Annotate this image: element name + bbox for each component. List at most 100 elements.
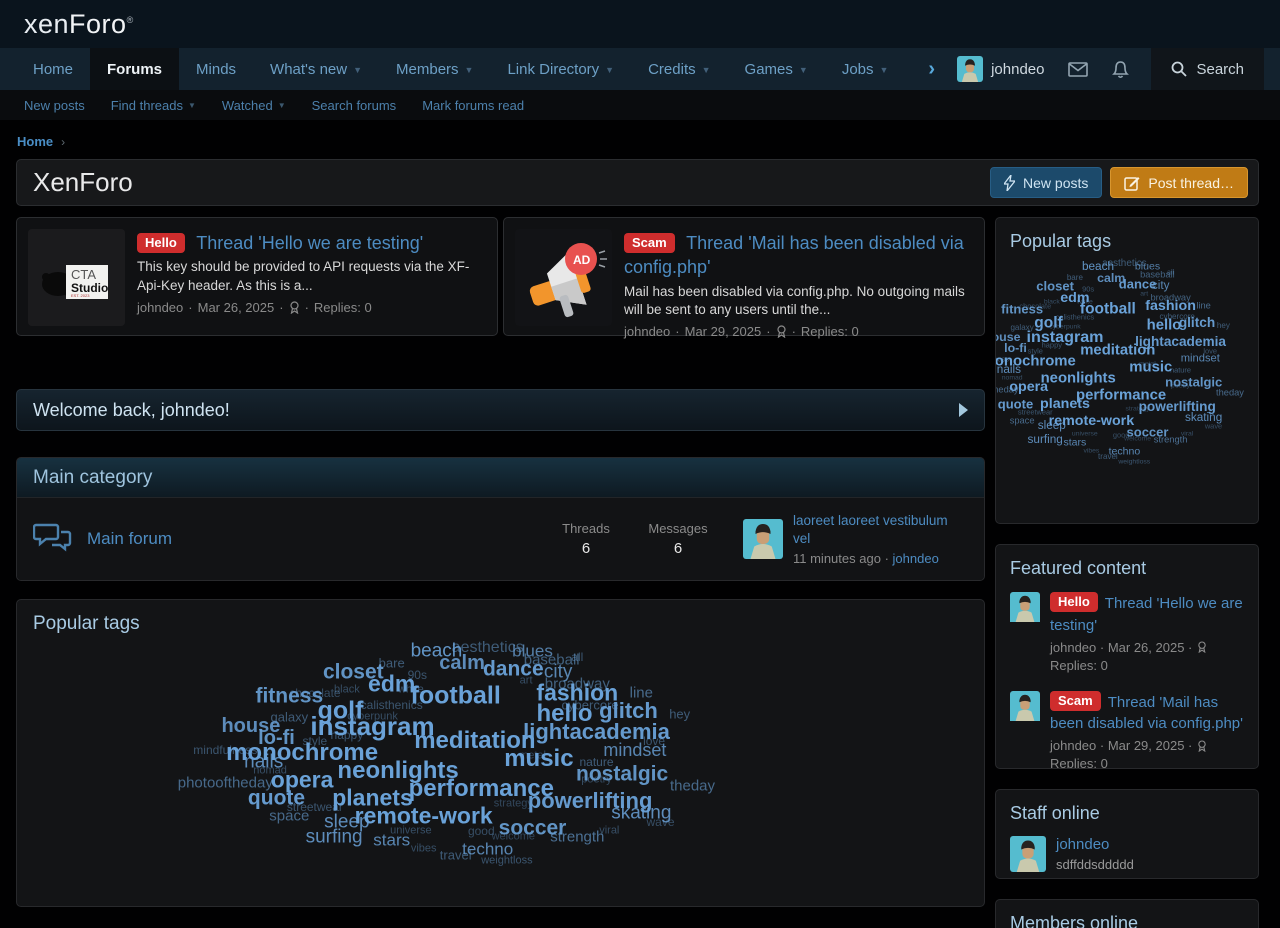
featured-item[interactable]: HelloThread 'Hello we are testing'johnde… (996, 583, 1258, 682)
staff-name-link[interactable]: johndeo (1056, 836, 1109, 853)
tag-music[interactable]: music (504, 747, 573, 771)
tag-poetry[interactable]: poetry (1171, 384, 1190, 391)
tag-strength[interactable]: strength (550, 830, 604, 845)
tag-theday[interactable]: theday (670, 779, 715, 794)
user-menu[interactable]: johndeo (945, 48, 1056, 90)
subnav-find-threads[interactable]: Find threads▼ (111, 98, 196, 113)
nav-item-games[interactable]: Games▼ (728, 48, 825, 90)
nav-item-members[interactable]: Members▼ (379, 48, 490, 90)
tag-glitch[interactable]: glitch (1179, 316, 1215, 330)
last-post-title-link[interactable]: laoreet laoreet vestibulum vel (793, 513, 948, 546)
category-header[interactable]: Main category (17, 458, 984, 498)
tag-football[interactable]: football (411, 684, 501, 709)
new-posts-button[interactable]: New posts (990, 167, 1102, 198)
subnav-search-forums[interactable]: Search forums (312, 98, 397, 113)
thread-card-scam[interactable]: AD Scam Thread 'Mail has been disabled v… (503, 217, 985, 336)
welcome-banner[interactable]: Welcome back, johndeo! (16, 389, 985, 431)
featured-item[interactable]: ScamThread 'Mail has been disabled via c… (996, 682, 1258, 770)
tag-dance[interactable]: dance (483, 659, 544, 680)
members-online-panel: Members online (995, 899, 1259, 928)
tag-travel[interactable]: travel (440, 849, 472, 862)
tag-vibes[interactable]: vibes (411, 844, 437, 855)
staff-avatar[interactable] (1010, 836, 1046, 872)
tag-viral[interactable]: viral (1181, 431, 1194, 438)
tag-travel[interactable]: travel (1098, 453, 1118, 461)
forum-name-link[interactable]: Main forum (87, 529, 533, 549)
tag-welcome[interactable]: welcome (1124, 437, 1151, 444)
main-nav: HomeForumsMindsWhat's new▼Members▼Link D… (0, 48, 1280, 90)
featured-avatar[interactable] (1010, 691, 1040, 770)
tag-fashion[interactable]: fashion (1145, 299, 1196, 313)
tag-hey[interactable]: hey (1217, 322, 1230, 330)
tag-wave[interactable]: wave (1205, 423, 1222, 430)
tag-calisthenics[interactable]: calisthenics (361, 699, 423, 711)
nav-item-credits[interactable]: Credits▼ (631, 48, 727, 90)
tag-vibes[interactable]: vibes (1083, 448, 1099, 455)
tag-music[interactable]: music (1129, 360, 1172, 375)
forum-row[interactable]: Main forum Threads 6 Messages 6 laoreet … (17, 498, 984, 580)
tag-mindset[interactable]: mindset (1181, 354, 1220, 365)
tag-poetry[interactable]: poetry (581, 775, 612, 786)
thread-title-link[interactable]: Thread 'Mail has been disabled via confi… (624, 233, 964, 277)
site-logo[interactable]: xenForo® (24, 9, 134, 40)
user-avatar[interactable] (957, 56, 983, 82)
tag-nature[interactable]: nature (1170, 367, 1191, 374)
messages-icon[interactable] (1056, 48, 1100, 90)
nav-item-minds[interactable]: Minds (179, 48, 253, 90)
tag-weightloss[interactable]: weightloss (481, 856, 532, 867)
featured-avatar[interactable] (1010, 592, 1040, 673)
tag-happy[interactable]: happy (1042, 341, 1062, 348)
nav-item-home[interactable]: Home (16, 48, 90, 90)
nav-item-jobs[interactable]: Jobs▼ (825, 48, 906, 90)
chevron-down-icon: ▼ (605, 65, 614, 75)
tag-theday[interactable]: theday (1216, 388, 1244, 397)
chevron-down-icon: ▼ (880, 65, 889, 75)
post-thread-button[interactable]: Post thread… (1110, 167, 1248, 198)
nav-item-link-directory[interactable]: Link Directory▼ (490, 48, 631, 90)
subnav-new-posts[interactable]: New posts (24, 98, 85, 113)
nav-item-what-s-new[interactable]: What's new▼ (253, 48, 379, 90)
nav-overflow-chevron[interactable]: › (918, 48, 945, 90)
tag-viral[interactable]: viral (599, 826, 619, 837)
tag-stars[interactable]: stars (373, 832, 410, 849)
alerts-bell-icon[interactable] (1100, 48, 1141, 90)
tag-city[interactable]: city (1152, 281, 1170, 293)
tag-hey[interactable]: hey (669, 708, 690, 721)
chevron-down-icon: ▼ (278, 101, 286, 110)
tag-surfing[interactable]: surfing (306, 828, 363, 847)
tag-fitness[interactable]: fitness (255, 686, 323, 707)
thread-title-link[interactable]: Thread 'Hello we are testing' (196, 233, 423, 253)
tag-strategy[interactable]: strategy (494, 799, 533, 810)
tag-line[interactable]: line (1196, 301, 1210, 310)
tag-lo-fi[interactable]: lo-fi (1004, 342, 1027, 354)
thread-meta: johndeo·Mar 29, 2025· ·Replies: 0 (624, 324, 973, 339)
threads-stat: Threads 6 (547, 521, 625, 557)
search-button[interactable]: Search (1151, 48, 1264, 90)
breadcrumb-home-link[interactable]: Home (17, 134, 53, 149)
tag-weightloss[interactable]: weightloss (1118, 459, 1150, 466)
tag-space[interactable]: space (269, 809, 309, 824)
page-title-bar: XenForo New posts Post thread… (16, 159, 1259, 206)
tag-wave[interactable]: wave (646, 816, 674, 828)
members-online-title: Members online (996, 900, 1258, 928)
tag-surfing[interactable]: surfing (1028, 435, 1063, 447)
tag-hello[interactable]: hello (1147, 318, 1182, 333)
chevron-down-icon: ▼ (799, 65, 808, 75)
tag-neonlights[interactable]: neonlights (1041, 371, 1116, 386)
expand-arrow-icon[interactable] (959, 403, 968, 417)
last-post-author-link[interactable]: johndeo (893, 551, 939, 566)
last-post-avatar[interactable] (743, 519, 783, 559)
forum-subnav: New posts Find threads▼ Watched▼ Search for… (0, 90, 1280, 120)
tag-dance[interactable]: dance (1119, 277, 1157, 290)
nav-item-forums[interactable]: Forums (90, 48, 179, 90)
main-category-panel: Main category Main forum Threads 6 Messa… (16, 457, 985, 581)
tag-photooftheday[interactable]: photooftheday (996, 385, 1019, 394)
subnav-mark-forums-read[interactable]: Mark forums read (422, 98, 524, 113)
tag-space[interactable]: space (1010, 416, 1035, 425)
tag-meditation[interactable]: meditation (1080, 343, 1155, 358)
subnav-watched[interactable]: Watched▼ (222, 98, 286, 113)
thread-card-hello[interactable]: CTA Studio EST. 2023 Hello Thread 'Hello… (16, 217, 498, 336)
tag-sleep[interactable]: sleep (1038, 421, 1066, 433)
tag-art[interactable]: art (520, 676, 533, 687)
tag-calm[interactable]: calm (439, 653, 485, 673)
